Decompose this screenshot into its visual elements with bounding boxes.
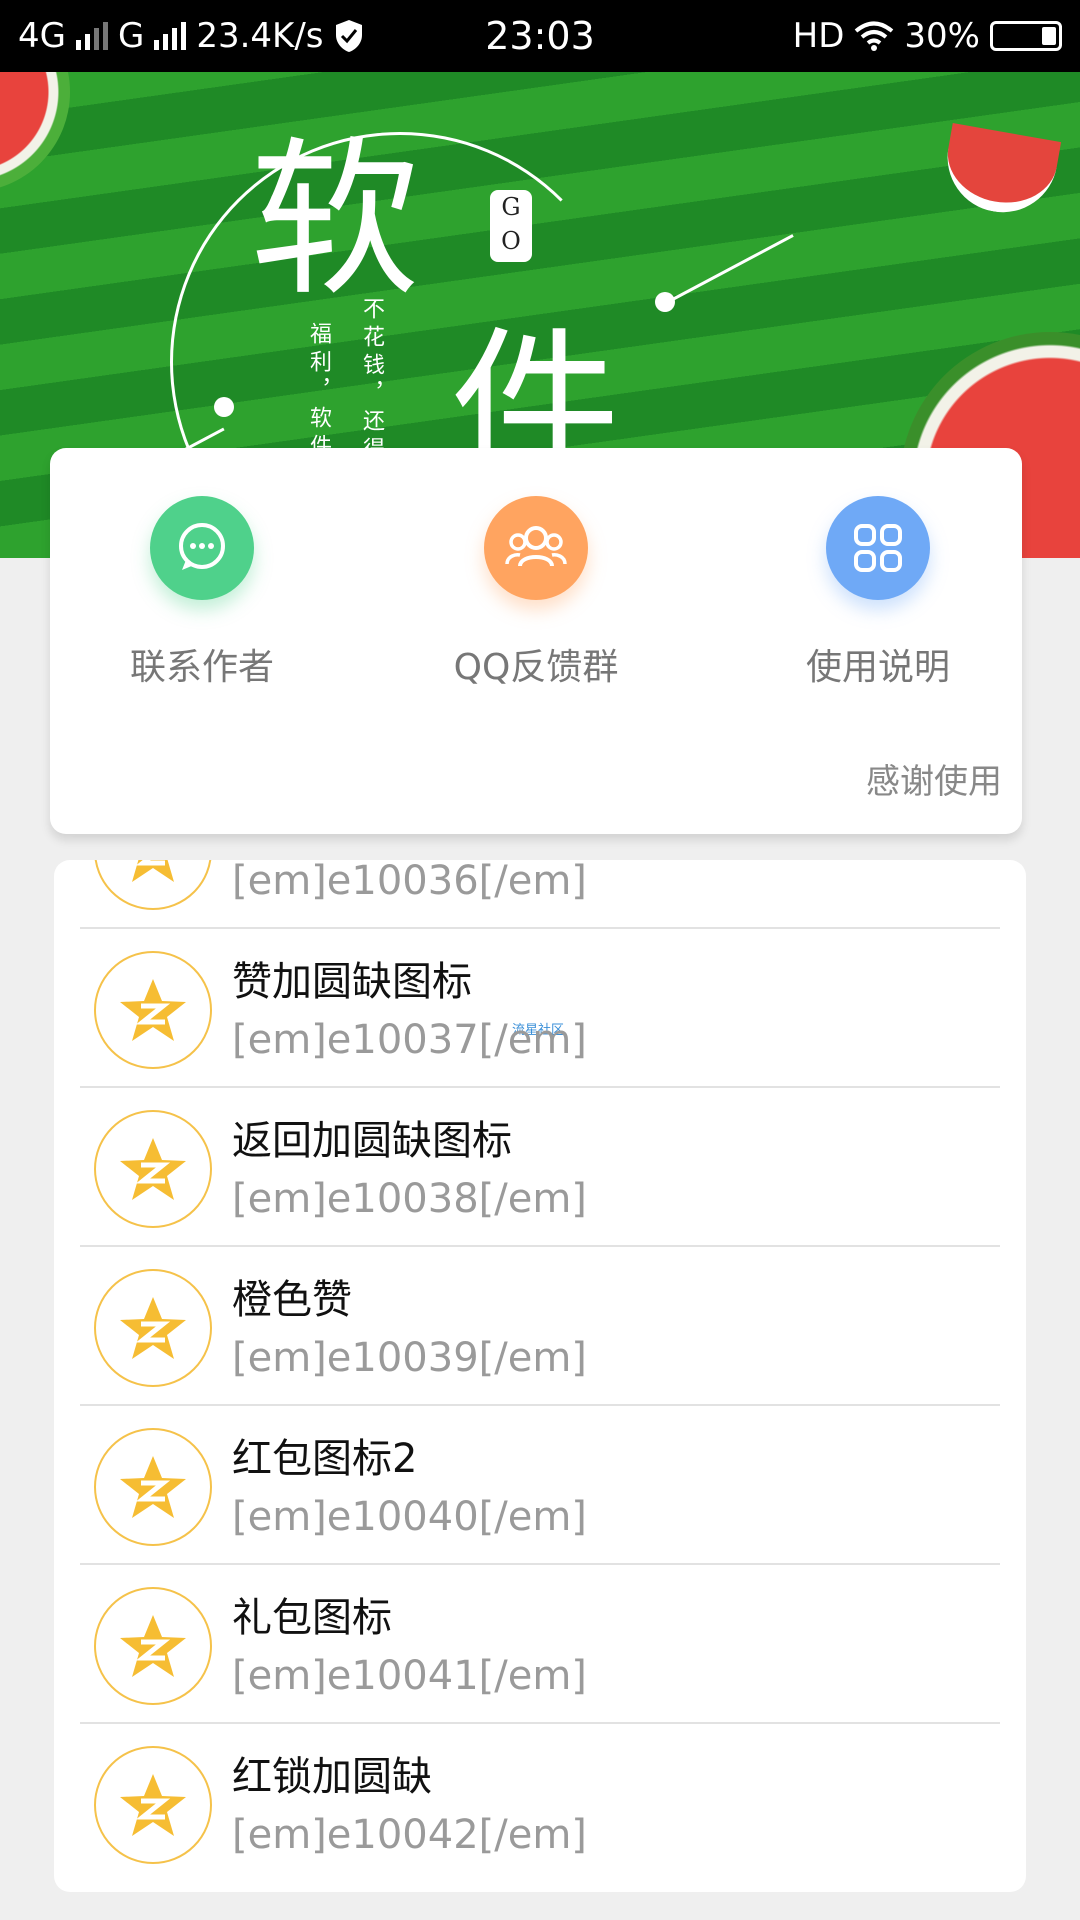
action-label: 使用说明 xyxy=(805,647,950,688)
emoji-title: 返回加圆缺图标 xyxy=(232,1118,512,1164)
battery-icon xyxy=(990,21,1062,51)
list-item[interactable]: 橙色赞 [em]e10039[/em] xyxy=(80,1247,1000,1406)
qzone-star-icon xyxy=(94,1587,212,1705)
decorative-dot xyxy=(214,397,234,417)
qzone-star-icon xyxy=(94,1110,212,1228)
watermelon-decoration xyxy=(0,72,70,192)
qzone-star-icon xyxy=(94,860,212,910)
emoji-title: 红包图标2 xyxy=(232,1436,418,1482)
contact-author-button[interactable]: 联系作者 xyxy=(92,496,312,690)
decorative-line xyxy=(664,234,794,305)
thanks-text: 感谢使用 xyxy=(866,762,1002,802)
banner-vertical-text: 福利，软件 xyxy=(306,322,331,462)
hd-indicator: HD xyxy=(792,16,845,56)
status-bar: 4G G 23.4K/s 23:03 HD 30% xyxy=(0,0,1080,72)
qzone-star-icon xyxy=(94,1428,212,1546)
status-right: HD 30% xyxy=(793,0,1062,72)
emoji-code: [em]e10042[/em] xyxy=(232,1812,587,1858)
emoji-code: [em]e10036[/em] xyxy=(232,860,587,904)
qzone-star-icon xyxy=(94,951,212,1069)
instructions-button[interactable]: 使用说明 xyxy=(768,496,988,690)
emoji-code: [em]e10040[/em] xyxy=(232,1494,587,1540)
emoji-title: 礼包图标 xyxy=(232,1595,392,1641)
emoji-code: [em]e10041[/em] xyxy=(232,1653,587,1699)
action-label: 联系作者 xyxy=(129,647,274,688)
list-item[interactable]: 返回加圆缺图标 [em]e10038[/em] xyxy=(80,1088,1000,1247)
qzone-star-icon xyxy=(94,1746,212,1864)
list-item[interactable]: 红锁加圆缺 [em]e10042[/em] xyxy=(80,1724,1000,1883)
go-badge: G O xyxy=(490,190,532,262)
banner-title-char: 软 xyxy=(250,122,421,320)
action-label: QQ反馈群 xyxy=(453,647,619,688)
banner-vertical-text: 不花钱，还得 xyxy=(359,297,384,465)
battery-percent: 30% xyxy=(904,16,980,56)
watermelon-slice-decoration xyxy=(938,123,1062,221)
list-item[interactable]: 赞加圆缺图标 流星社区 [em]e10037[/em] xyxy=(80,929,1000,1088)
list-item[interactable]: [em]e10036[/em] xyxy=(80,860,1000,929)
group-icon xyxy=(484,496,588,600)
grid-icon xyxy=(826,496,930,600)
list-item[interactable]: 红包图标2 [em]e10040[/em] xyxy=(80,1406,1000,1565)
action-card: 联系作者 QQ反馈群 使用说明 感谢使用 xyxy=(50,448,1022,834)
qzone-star-icon xyxy=(94,1269,212,1387)
emoji-title: 红锁加圆缺 xyxy=(232,1754,432,1800)
list-item[interactable]: 礼包图标 [em]e10041[/em] xyxy=(80,1565,1000,1724)
emoji-code: [em]e10037[/em] xyxy=(232,1017,587,1063)
emoji-code: [em]e10038[/em] xyxy=(232,1176,587,1222)
qq-feedback-group-button[interactable]: QQ反馈群 xyxy=(426,496,646,690)
wifi-icon xyxy=(855,21,894,51)
emoji-title: 橙色赞 xyxy=(232,1277,352,1323)
emoji-title: 赞加圆缺图标 xyxy=(232,959,472,1005)
chat-bubble-icon xyxy=(150,496,254,600)
emoji-code: [em]e10039[/em] xyxy=(232,1335,587,1381)
emoji-list: [em]e10036[/em] 赞加圆缺图标 流星社区 [em]e10037[/… xyxy=(54,860,1026,1892)
decorative-dot xyxy=(655,292,675,312)
